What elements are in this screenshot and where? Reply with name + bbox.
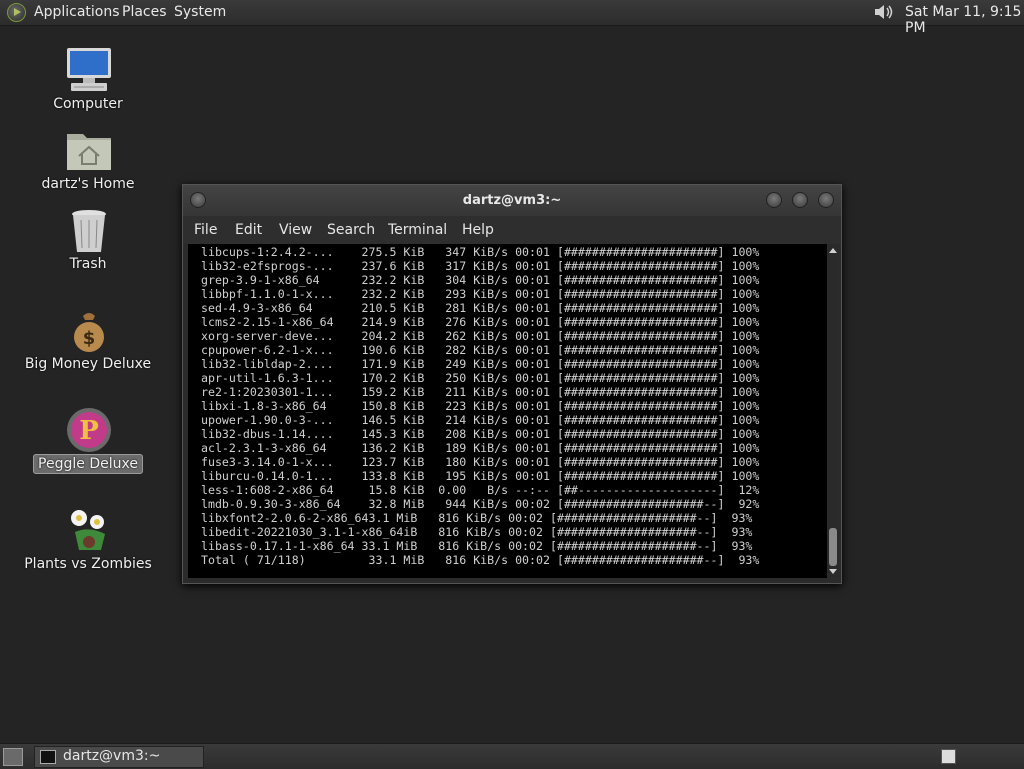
show-desktop-icon[interactable] xyxy=(3,748,23,766)
trash-icon xyxy=(72,210,106,252)
terminal-lines: libcups-1:2.4.2-... 275.5 KiB 347 KiB/s … xyxy=(194,245,759,567)
menu-system[interactable]: System xyxy=(174,4,226,20)
menu-applications[interactable]: Applications xyxy=(34,4,120,20)
terminal-line: cpupower-6.2-1-x... 190.6 KiB 282 KiB/s … xyxy=(194,343,760,357)
clock[interactable]: Sat Mar 11, 9:15 PM xyxy=(905,4,1024,36)
flower-icon xyxy=(71,510,105,550)
terminal-line: lcms2-2.15-1-x86_64 214.9 KiB 276 KiB/s … xyxy=(194,315,760,329)
terminal-line: lib32-e2fsprogs-... 237.6 KiB 317 KiB/s … xyxy=(194,259,760,273)
desktop-icon-label: Big Money Deluxe xyxy=(24,356,152,372)
terminal-scrollbar[interactable] xyxy=(827,244,839,578)
terminal-line: less-1:608-2-x86_64 15.8 KiB 0.00 B/s --… xyxy=(194,483,760,497)
menu-help[interactable]: Help xyxy=(462,222,494,238)
top-panel: Applications Places System Sat Mar 11, 9… xyxy=(0,0,1024,36)
terminal-line: lib32-libldap-2.... 171.9 KiB 249 KiB/s … xyxy=(194,357,760,371)
close-button[interactable] xyxy=(818,192,834,208)
bottom-panel: dartz@vm3:~ xyxy=(0,743,1024,769)
taskbar-item-terminal[interactable]: dartz@vm3:~ xyxy=(34,746,204,768)
terminal-line: upower-1.90.0-3-... 146.5 KiB 214 KiB/s … xyxy=(194,413,760,427)
terminal-line: re2-1:20230301-1... 159.2 KiB 211 KiB/s … xyxy=(194,385,760,399)
peggle-icon: P xyxy=(67,408,111,452)
svg-text:P: P xyxy=(79,416,99,446)
terminal-output[interactable]: libcups-1:2.4.2-... 275.5 KiB 347 KiB/s … xyxy=(188,244,827,578)
volume-icon[interactable] xyxy=(873,3,895,21)
computer-icon xyxy=(67,48,111,91)
terminal-line: fuse3-3.14.0-1-x... 123.7 KiB 180 KiB/s … xyxy=(194,455,760,469)
distro-logo-icon[interactable] xyxy=(7,3,26,22)
menu-places[interactable]: Places xyxy=(122,4,167,20)
terminal-line: xorg-server-deve... 204.2 KiB 262 KiB/s … xyxy=(194,329,760,343)
workspace-switcher[interactable] xyxy=(941,749,956,764)
svg-text:$: $ xyxy=(83,328,96,349)
menu-file[interactable]: File xyxy=(194,222,217,238)
window-titlebar[interactable]: dartz@vm3:~ xyxy=(183,185,841,216)
terminal-menubar: File Edit View Search Terminal Help xyxy=(183,216,841,244)
home-folder-icon xyxy=(67,134,111,170)
menu-search[interactable]: Search xyxy=(327,222,375,238)
terminal-line: lib32-dbus-1.14.... 145.3 KiB 208 KiB/s … xyxy=(194,427,760,441)
desktop-icon-label: Trash xyxy=(69,256,107,272)
terminal-line: libass-0.17.1-1-x86_64 33.1 MiB 816 KiB/… xyxy=(194,539,753,553)
desktop-icon-label: Peggle Deluxe xyxy=(23,454,153,474)
terminal-line: grep-3.9-1-x86_64 232.2 KiB 304 KiB/s 00… xyxy=(194,273,760,287)
terminal-line: lmdb-0.9.30-3-x86_64 32.8 MiB 944 KiB/s … xyxy=(194,497,760,511)
taskbar-item-label: dartz@vm3:~ xyxy=(63,748,161,764)
terminal-icon xyxy=(40,750,56,764)
menu-terminal[interactable]: Terminal xyxy=(388,222,447,238)
terminal-line: Total ( 71/118) 33.1 MiB 816 KiB/s 00:02… xyxy=(194,553,760,567)
scrollbar-thumb[interactable] xyxy=(829,528,837,566)
scroll-down-icon[interactable] xyxy=(829,569,837,574)
terminal-window[interactable]: dartz@vm3:~ File Edit View Search Termin… xyxy=(182,184,842,584)
terminal-line: libbpf-1.1.0-1-x... 232.2 KiB 293 KiB/s … xyxy=(194,287,760,301)
desktop-icon-label: dartz's Home xyxy=(41,176,135,192)
terminal-line: sed-4.9-3-x86_64 210.5 KiB 281 KiB/s 00:… xyxy=(194,301,760,315)
terminal-line: libedit-20221030_3.1-1-x86_64iB 816 KiB/… xyxy=(194,525,753,539)
terminal-line: libxi-1.8-3-x86_64 150.8 KiB 223 KiB/s 0… xyxy=(194,399,760,413)
terminal-line: libxfont2-2.0.6-2-x86_643.1 MiB 816 KiB/… xyxy=(194,511,753,525)
terminal-line: apr-util-1.6.3-1... 170.2 KiB 250 KiB/s … xyxy=(194,371,760,385)
window-title: dartz@vm3:~ xyxy=(462,193,562,208)
desktop-icon-label: Computer xyxy=(53,96,123,112)
scroll-up-icon[interactable] xyxy=(829,248,837,253)
terminal-line: liburcu-0.14.0-1... 133.8 KiB 195 KiB/s … xyxy=(194,469,760,483)
desktop-icon-label: Plants vs Zombies xyxy=(24,556,152,572)
terminal-line: libcups-1:2.4.2-... 275.5 KiB 347 KiB/s … xyxy=(194,245,760,259)
terminal-line: acl-2.3.1-3-x86_64 136.2 KiB 189 KiB/s 0… xyxy=(194,441,760,455)
maximize-button[interactable] xyxy=(792,192,808,208)
money-bag-icon: $ xyxy=(74,313,104,352)
menu-view[interactable]: View xyxy=(279,222,312,238)
minimize-button[interactable] xyxy=(766,192,782,208)
menu-edit[interactable]: Edit xyxy=(235,222,262,238)
